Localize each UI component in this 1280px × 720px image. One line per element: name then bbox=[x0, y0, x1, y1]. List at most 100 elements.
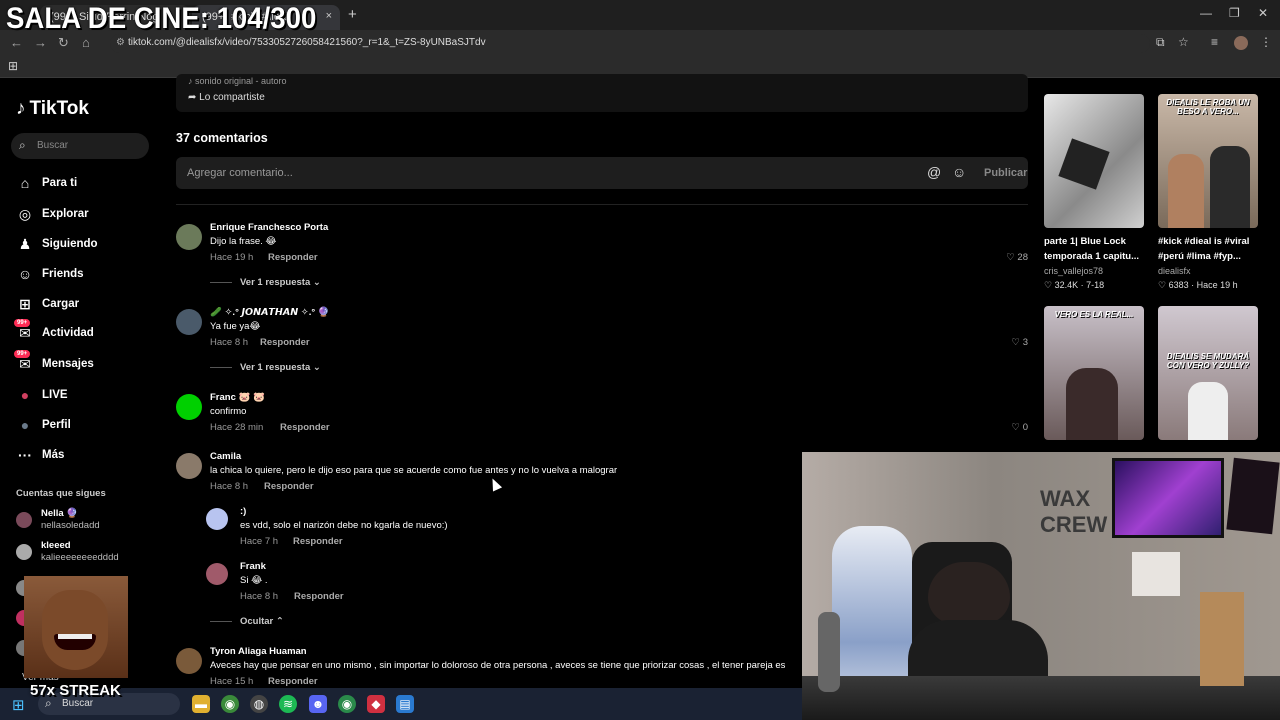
following-heading: Cuentas que sigues bbox=[16, 488, 106, 499]
reply-button[interactable]: Responder bbox=[294, 591, 344, 602]
webcam-overlay: WAX CREW bbox=[802, 452, 1280, 720]
view-replies-button[interactable]: Ver 1 respuesta ⌄ bbox=[210, 277, 321, 288]
comment-author[interactable]: Enrique Franchesco Porta bbox=[210, 222, 328, 233]
emote-overlay-image bbox=[24, 576, 128, 678]
notepad-icon[interactable]: ▤ bbox=[396, 695, 414, 713]
hide-replies-button[interactable]: Ocultar ⌃ bbox=[210, 616, 284, 627]
comment-author[interactable]: Camila bbox=[210, 451, 241, 462]
reply-button[interactable]: Responder bbox=[293, 536, 343, 547]
reply-button[interactable]: Responder bbox=[268, 676, 318, 687]
comment-text: Dijo la frase. 😂 bbox=[210, 236, 277, 247]
video-caption[interactable]: #kick #dieal is #viral #perú #lima #fyp.… bbox=[1158, 234, 1268, 264]
back-arrow-icon[interactable]: ← bbox=[10, 35, 23, 50]
forward-arrow-icon[interactable]: → bbox=[34, 35, 47, 50]
sidebar-item-actividad[interactable]: ✉ 99+ Actividad bbox=[14, 319, 156, 345]
video-author[interactable]: diealisfx bbox=[1158, 266, 1191, 276]
avatar[interactable] bbox=[176, 453, 202, 479]
obs-icon[interactable]: ◍ bbox=[250, 695, 268, 713]
following-username: nellasoledadd bbox=[41, 520, 100, 531]
reply-button[interactable]: Responder bbox=[264, 481, 314, 492]
sidebar-item-explorar[interactable]: ◎ Explorar bbox=[16, 204, 156, 226]
comment-time: Hace 28 min bbox=[210, 422, 264, 433]
tiktok-note-icon: ♪ bbox=[16, 98, 26, 119]
shelf bbox=[1132, 552, 1180, 596]
like-button[interactable]: ♡ 3 bbox=[1012, 337, 1028, 348]
file-explorer-icon[interactable]: ▬ bbox=[192, 695, 210, 713]
minimize-icon[interactable]: — bbox=[1200, 6, 1212, 20]
emote-teeth bbox=[58, 634, 92, 639]
notification-badge: 99+ bbox=[14, 350, 31, 358]
reload-icon[interactable]: ↻ bbox=[58, 35, 69, 51]
activity-icon: ✉ bbox=[19, 325, 31, 341]
video-thumbnail[interactable]: DIEALIS SE MUDARÁ CON VERO Y ZULLY? bbox=[1158, 306, 1258, 440]
reply-button[interactable]: Responder bbox=[260, 337, 310, 348]
video-thumbnail[interactable]: DIEALIS LE ROBA UN BESO A VERO... bbox=[1158, 94, 1258, 228]
sidebar-item-para-ti[interactable]: ⌂ Para ti bbox=[16, 173, 156, 195]
sidebar-item-siguiendo[interactable]: ♟ Siguiendo bbox=[16, 234, 156, 256]
comment-author[interactable]: Franc 🐷 🐷 bbox=[210, 392, 265, 403]
close-window-icon[interactable]: ✕ bbox=[1258, 6, 1268, 20]
avatar[interactable] bbox=[176, 648, 202, 674]
reply-author[interactable]: Frank bbox=[240, 561, 266, 572]
avatar[interactable] bbox=[206, 563, 228, 585]
like-button[interactable]: ♡ 0 bbox=[1012, 422, 1028, 433]
view-replies-button[interactable]: Ver 1 respuesta ⌄ bbox=[210, 362, 321, 373]
bookmark-star-icon[interactable]: ☆ bbox=[1178, 35, 1189, 49]
streaming-app-icon[interactable]: ◆ bbox=[367, 695, 385, 713]
mention-icon[interactable]: @ bbox=[927, 164, 941, 180]
new-tab-button[interactable]: + bbox=[348, 6, 357, 23]
reply-button[interactable]: Responder bbox=[268, 252, 318, 263]
avatar[interactable] bbox=[176, 224, 202, 250]
avatar[interactable] bbox=[176, 309, 202, 335]
sidebar-item-m-s[interactable]: ··· Más bbox=[16, 445, 156, 467]
sidebar-item-cargar[interactable]: ⊞ Cargar bbox=[16, 294, 156, 316]
heart-icon: ♡ bbox=[1006, 252, 1018, 263]
sidebar-item-live[interactable]: ● LIVE bbox=[16, 385, 156, 407]
reply-author[interactable]: :) bbox=[240, 506, 246, 517]
site-info-icon[interactable]: ⚙ bbox=[116, 37, 125, 48]
reply-text: Si 😂 . bbox=[240, 575, 268, 586]
sidebar-item-label: Siguiendo bbox=[42, 238, 98, 250]
reply-text: es vdd, solo el narizón debe no kgarla d… bbox=[240, 520, 448, 531]
video-caption[interactable]: parte 1| Blue Lock temporada 1 capitu... bbox=[1044, 234, 1154, 264]
search-input[interactable]: ⌕ Buscar bbox=[11, 133, 149, 159]
avatar[interactable] bbox=[206, 508, 228, 530]
video-thumbnail[interactable] bbox=[1044, 94, 1144, 228]
restore-icon[interactable]: ❐ bbox=[1229, 6, 1240, 20]
publish-button[interactable]: Publicar bbox=[984, 167, 1027, 179]
emote-face bbox=[42, 590, 108, 670]
install-app-icon[interactable]: ⧉ bbox=[1156, 35, 1165, 50]
like-button[interactable]: ♡ 28 bbox=[1006, 252, 1028, 263]
comment-author[interactable]: Tyron Aliaga Huaman bbox=[210, 646, 307, 657]
streak-overlay: 57x STREAK bbox=[30, 682, 121, 699]
profile-avatar-icon[interactable] bbox=[1234, 36, 1248, 50]
tiktok-logo[interactable]: ♪ TikTok bbox=[16, 98, 89, 120]
comment-author[interactable]: 🥒 ✧.° 𝙅𝙊𝙉𝘼𝙏𝙃𝘼𝙉 ✧.° 🔮 bbox=[210, 307, 330, 318]
search-icon: ⌕ bbox=[19, 138, 26, 152]
sidebar-item-label: Cargar bbox=[42, 298, 80, 310]
taskbar-search-placeholder: Buscar bbox=[62, 698, 94, 709]
chrome-alt-icon[interactable]: ◉ bbox=[338, 695, 356, 713]
sidebar-item-mensajes[interactable]: ✉ 99+ Mensajes bbox=[14, 350, 156, 376]
spotify-icon[interactable]: ≋ bbox=[279, 695, 297, 713]
close-icon[interactable]: × bbox=[326, 10, 332, 22]
video-thumbnail[interactable]: VERO ES LA REAL... bbox=[1044, 306, 1144, 440]
media-icon[interactable]: ≡ bbox=[1211, 35, 1218, 49]
sound-label[interactable]: ♪ sonido original - autoro bbox=[188, 76, 287, 86]
emoji-icon[interactable]: ☺ bbox=[952, 164, 966, 180]
windows-start-icon[interactable]: ⊞ bbox=[12, 696, 25, 714]
video-author[interactable]: cris_vallejos78 bbox=[1044, 266, 1103, 276]
sidebar-item-friends[interactable]: ☺ Friends bbox=[16, 264, 156, 286]
menu-kebab-icon[interactable]: ⋮ bbox=[1260, 35, 1272, 49]
discord-icon[interactable]: ☻ bbox=[309, 695, 327, 713]
sidebar-item-perfil[interactable]: ● Perfil bbox=[16, 415, 156, 437]
comment-input[interactable]: Agregar comentario... @ ☺ bbox=[176, 157, 1028, 189]
sidebar-item-label: Explorar bbox=[42, 208, 89, 220]
home-icon[interactable]: ⌂ bbox=[82, 35, 90, 50]
avatar[interactable] bbox=[176, 394, 202, 420]
reply-button[interactable]: Responder bbox=[280, 422, 330, 433]
chrome-icon[interactable]: ◉ bbox=[221, 695, 239, 713]
apps-grid-icon[interactable]: ⊞ bbox=[8, 59, 18, 73]
url-field[interactable]: ⚙ tiktok.com/@diealisfx/video/7533052726… bbox=[110, 34, 1150, 53]
heart-icon: ♡ bbox=[1011, 337, 1023, 348]
